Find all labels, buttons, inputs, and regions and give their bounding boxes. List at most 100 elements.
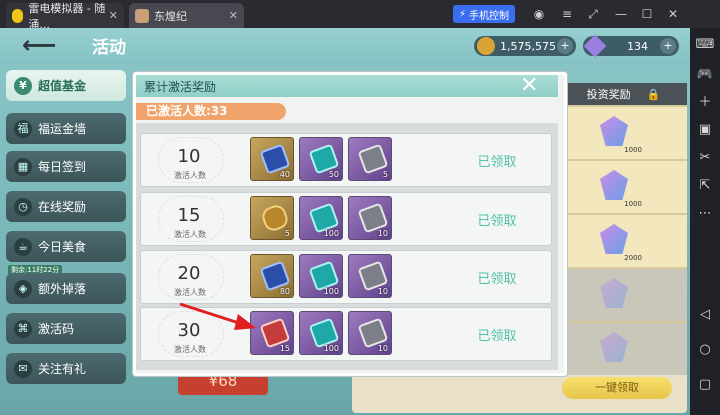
reward-item[interactable]: 10 — [348, 196, 392, 240]
reward-item[interactable]: 10 — [348, 254, 392, 298]
item-quantity: 100 — [323, 344, 339, 353]
sidebar-item-label: 福运金墙 — [38, 122, 87, 136]
claim-all-button[interactable]: 一键领取 — [562, 377, 672, 399]
sidebar-item-label: 今日美食 — [38, 240, 87, 254]
account-icon[interactable]: ◉ — [530, 5, 548, 23]
claimed-status: 已领取 — [477, 272, 517, 287]
dialog-title: 累计激活奖励 — [144, 80, 217, 94]
sidebar-item-label: 关注有礼 — [38, 362, 87, 376]
fund-icon: ¥ — [14, 76, 32, 95]
close-icon[interactable]: ✕ — [229, 9, 238, 22]
sidebar-item-activation-code[interactable]: ⌘ 激活码 — [6, 313, 126, 344]
threshold-label: 激活人数 — [174, 230, 206, 239]
add-icon[interactable]: ＋ — [695, 93, 715, 113]
threshold-number: 10 — [177, 146, 201, 167]
threshold-label: 激活人数 — [174, 171, 206, 180]
item-quantity: 80 — [279, 287, 290, 296]
sidebar-item-online-reward[interactable]: ◷ 在线奖励 — [6, 191, 126, 222]
more-icon[interactable]: ⋯ — [695, 204, 715, 224]
screenshot-icon[interactable]: ▣ — [695, 120, 715, 140]
scissors-icon[interactable]: ✂ — [695, 148, 715, 168]
page-title: 活动 — [92, 38, 126, 58]
reward-item[interactable]: 40 — [250, 137, 294, 181]
sidebar-item-food[interactable]: ☕ 今日美食 — [6, 231, 126, 262]
item-quantity: 10 — [377, 229, 388, 238]
claimed-status: 已领取 — [477, 329, 517, 344]
minimize-icon[interactable]: — — [612, 5, 630, 23]
gem-counter: 134 + — [583, 34, 679, 58]
investment-reward-header: 投资奖励 🔒 — [560, 83, 687, 105]
sidebar-item-label: 激活码 — [38, 322, 75, 336]
gift-icon: ✉ — [14, 359, 32, 378]
coin-amount: 1,575,575 — [500, 39, 556, 53]
item-quantity: 10 — [377, 344, 388, 353]
food-icon: ☕ — [14, 237, 32, 256]
add-gem-icon[interactable]: + — [660, 38, 676, 54]
item-quantity: 100 — [323, 287, 339, 296]
item-quantity: 15 — [279, 344, 290, 353]
lucky-icon: 福 — [14, 119, 32, 138]
phone-control-label: 手机控制 — [469, 10, 510, 22]
lightning-icon: ⚡ — [459, 8, 467, 20]
sidebar-item-extra-drop[interactable]: ◈ 额外掉落 — [6, 273, 126, 304]
reward-item[interactable]: 100 — [299, 254, 343, 298]
sidebar-item-label: 在线奖励 — [38, 200, 87, 214]
annotation-arrow-icon — [179, 302, 256, 330]
reward-item[interactable]: 5 — [250, 196, 294, 240]
reward-amount: 1000 — [624, 200, 642, 208]
sidebar-item-label: 额外掉落 — [38, 282, 87, 296]
close-icon[interactable]: ✕ — [109, 9, 118, 22]
back-nav-icon[interactable]: ◁ — [695, 305, 715, 325]
sidebar-item-follow-gift[interactable]: ✉ 关注有礼 — [6, 353, 126, 384]
item-quantity: 100 — [323, 229, 339, 238]
reward-item[interactable]: 5 — [348, 137, 392, 181]
emulator-logo-icon — [12, 8, 24, 23]
back-arrow-icon[interactable]: ⟵ — [22, 31, 56, 59]
item-quantity: 50 — [328, 170, 339, 179]
reward-item[interactable]: 10 — [348, 311, 392, 355]
gem-amount: 134 — [627, 39, 648, 53]
game-logo-icon — [135, 8, 149, 23]
reward-item[interactable]: 100 — [299, 311, 343, 355]
item-quantity: 40 — [279, 170, 290, 179]
threshold-number: 15 — [177, 205, 201, 226]
close-icon[interactable]: ✕ — [520, 73, 538, 98]
investment-reward-title: 投资奖励 — [586, 88, 631, 101]
sidebar-item-lucky-wall[interactable]: 福 福运金墙 — [6, 113, 126, 144]
home-nav-icon[interactable]: ○ — [695, 340, 715, 360]
install-icon[interactable]: ⇱ — [695, 176, 715, 196]
maximize-icon[interactable]: ☐ — [638, 5, 656, 23]
restore-icon[interactable]: ⤢ — [584, 5, 602, 23]
keyboard-icon[interactable]: ⌨ — [695, 35, 715, 55]
close-window-icon[interactable]: ✕ — [664, 5, 682, 23]
code-icon: ⌘ — [14, 319, 32, 338]
lock-icon: 🔒 — [646, 87, 661, 101]
tab-game-label: 东煌纪 — [154, 9, 187, 23]
coin-counter: 1,575,575 + — [474, 36, 576, 56]
clock-icon: ◷ — [14, 197, 32, 216]
tab-emulator-label: 雷电模拟器 - 随涌... — [28, 1, 106, 31]
threshold-label: 激活人数 — [174, 345, 206, 354]
reward-item[interactable]: 80 — [250, 254, 294, 298]
sidebar-item-daily-checkin[interactable]: ▦ 每日签到 — [6, 151, 126, 182]
sidebar-item-fund[interactable]: ¥ 超值基金 — [6, 70, 126, 101]
recent-nav-icon[interactable]: ▢ — [695, 375, 715, 395]
add-coin-icon[interactable]: + — [557, 38, 573, 54]
reward-item[interactable]: 100 — [299, 196, 343, 240]
reward-item[interactable]: 50 — [299, 137, 343, 181]
reward-amount: 2000 — [624, 254, 642, 262]
claimed-status: 已领取 — [477, 155, 517, 170]
gamepad-icon[interactable]: 🎮 — [695, 65, 715, 85]
item-quantity: 10 — [377, 287, 388, 296]
item-quantity: 5 — [382, 170, 388, 179]
gem-icon — [583, 34, 607, 58]
tab-game[interactable]: 东煌纪 ✕ — [129, 3, 244, 28]
claimed-status: 已领取 — [477, 214, 517, 229]
phone-control-button[interactable]: ⚡ 手机控制 — [453, 5, 516, 23]
coin-icon — [477, 37, 495, 55]
sidebar-item-label: 超值基金 — [38, 79, 87, 93]
menu-icon[interactable]: ≡ — [558, 5, 576, 23]
calendar-icon: ▦ — [14, 157, 32, 176]
threshold-label: 激活人数 — [174, 288, 206, 297]
tab-emulator[interactable]: 雷电模拟器 - 随涌... ✕ — [6, 2, 124, 31]
